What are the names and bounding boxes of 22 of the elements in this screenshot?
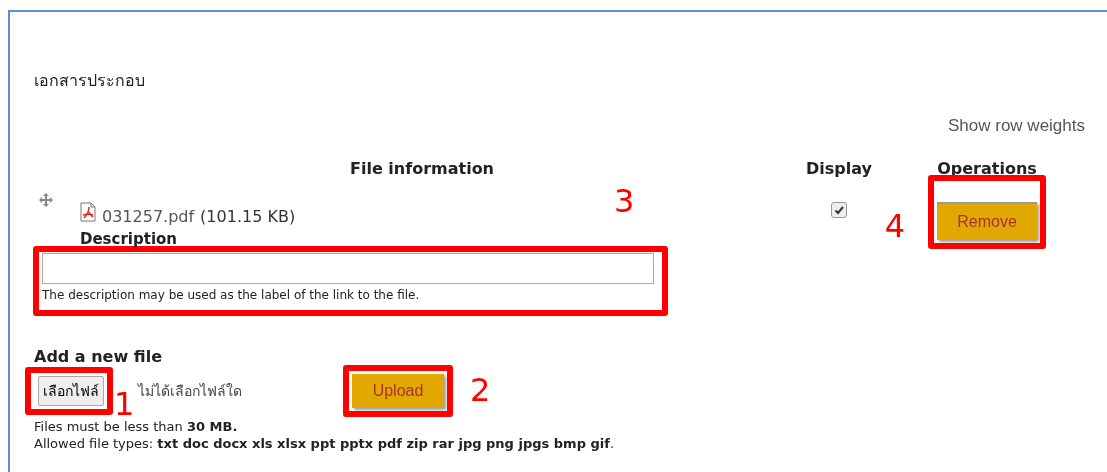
add-file-heading: Add a new file <box>34 346 163 368</box>
file-link[interactable]: 031257.pdf <box>102 207 195 226</box>
file-size-hint: Files must be less than 30 MB. <box>34 418 239 435</box>
column-header: Operations <box>936 158 1038 178</box>
column-header: Display <box>805 158 873 178</box>
description-hint: The description may be used as the label of the link to the file. <box>42 287 420 304</box>
section-title: เอกสารประกอบ <box>34 70 146 92</box>
annotation-number: 4 <box>884 210 905 242</box>
annotation-number: 1 <box>114 388 135 420</box>
file-types-hint: Allowed file types: txt doc docx xls xlsx ppt pptx pdf zip rar jpg png jpgs bmp gif. <box>34 435 615 452</box>
no-file-text: ไม่ได้เลือกไฟล์ใด <box>138 382 242 401</box>
description-field[interactable] <box>42 253 654 284</box>
show-row-weights-link[interactable]: Show row weights <box>948 116 1085 136</box>
choose-file-button[interactable]: เลือกไฟล์ <box>38 376 104 406</box>
annotation-number: 3 <box>614 185 635 217</box>
description-label: Description <box>80 230 178 248</box>
pdf-file-icon <box>80 202 96 222</box>
file-size: (101.15 KB) <box>200 207 296 226</box>
display-checkbox[interactable] <box>831 202 847 218</box>
annotation-number: 2 <box>470 374 491 406</box>
column-header: File information <box>349 158 495 178</box>
drag-handle-icon[interactable] <box>38 192 54 208</box>
